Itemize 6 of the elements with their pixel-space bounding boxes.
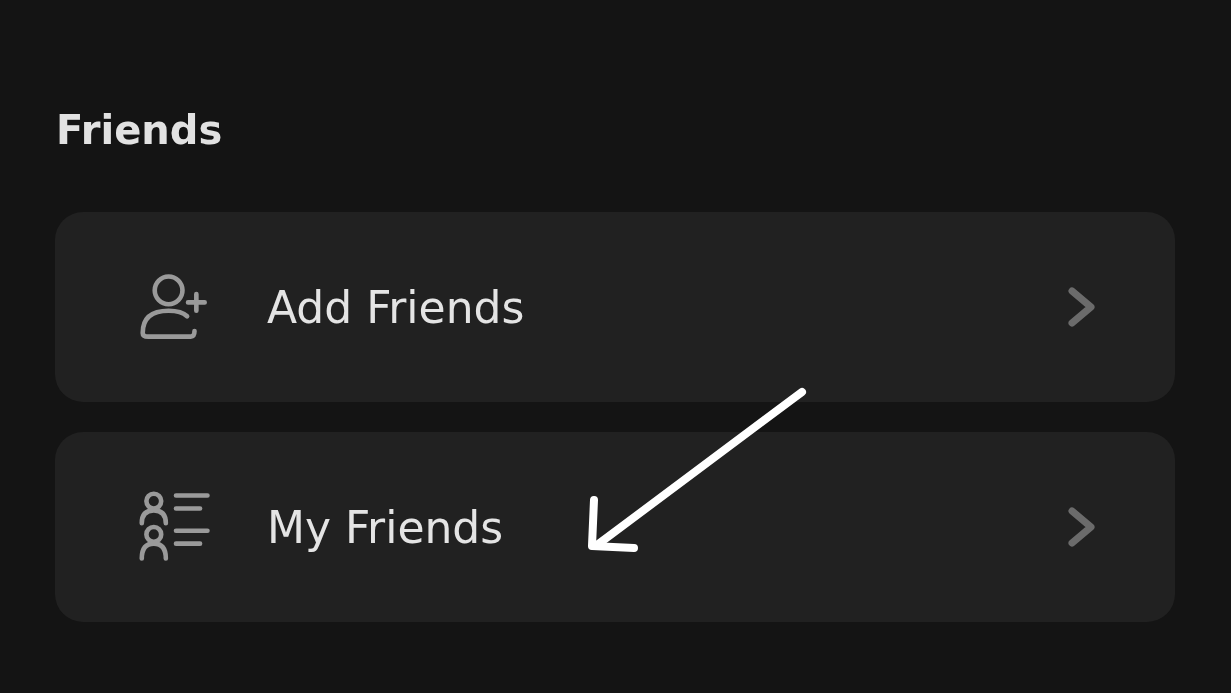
- section-title: Friends: [56, 106, 224, 155]
- chevron-right-icon: [1067, 287, 1097, 327]
- menu-item[interactable]: Add Friends: [55, 212, 1175, 402]
- chevron-right-icon: [1067, 507, 1097, 547]
- friends-list-icon: [139, 490, 213, 564]
- menu-item[interactable]: My Friends: [55, 432, 1175, 622]
